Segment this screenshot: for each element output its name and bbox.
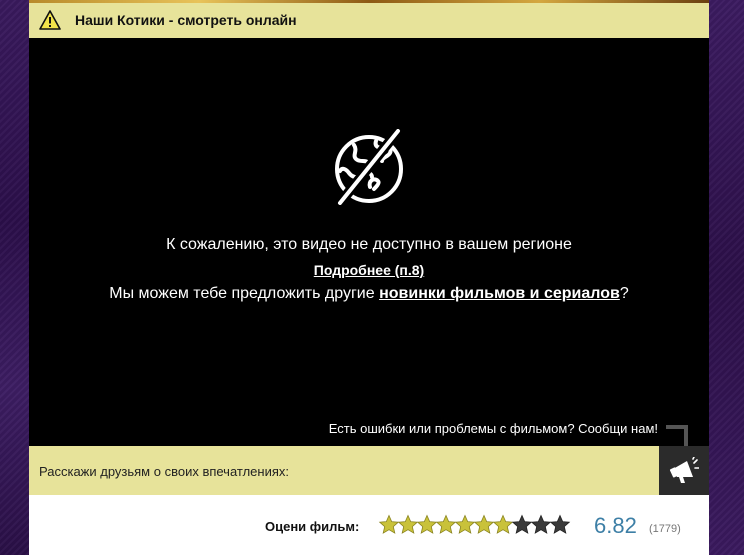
suggestion-line: Мы можем тебе предложить другие новинки … xyxy=(29,285,709,303)
share-prompt: Расскажи друзьям о своих впечатлениях: xyxy=(39,464,289,479)
video-player[interactable]: К сожалению, это видео не доступно в ваш… xyxy=(29,38,709,447)
warning-triangle-icon xyxy=(39,10,61,30)
rating-stars[interactable] xyxy=(378,514,571,538)
page-title: Наши Котики - смотреть онлайн xyxy=(75,12,297,28)
globe-blocked-icon xyxy=(335,129,403,205)
region-blocked-message: К сожалению, это видео не доступно в ваш… xyxy=(166,236,572,253)
more-info-link[interactable]: Подробнее (п.8) xyxy=(314,262,424,278)
rating-star-3[interactable] xyxy=(416,514,438,536)
corner-bracket-decoration xyxy=(666,425,688,447)
rating-count: (1779) xyxy=(649,523,681,535)
megaphone-icon xyxy=(669,457,699,483)
rating-star-4[interactable] xyxy=(435,514,457,536)
rating-star-10[interactable] xyxy=(549,514,571,536)
rating-star-9[interactable] xyxy=(530,514,552,536)
page-background-right xyxy=(709,0,744,555)
rating-label: Оцени фильм: xyxy=(265,519,360,534)
suggestion-suffix: ? xyxy=(619,285,629,302)
share-bar: Расскажи друзьям о своих впечатлениях: xyxy=(29,446,709,495)
rating-star-5[interactable] xyxy=(454,514,476,536)
rating-star-2[interactable] xyxy=(397,514,419,536)
new-movies-link[interactable]: новинки фильмов и сериалов xyxy=(379,285,620,302)
movie-player-section: Наши Котики - смотреть онлайн К сожалени… xyxy=(29,3,709,555)
suggestion-text: Мы можем тебе предложить другие xyxy=(109,285,380,302)
share-megaphone-button[interactable] xyxy=(659,446,709,495)
rating-star-1[interactable] xyxy=(378,514,400,536)
rating-star-8[interactable] xyxy=(511,514,533,536)
page-background-left xyxy=(0,0,29,555)
rating-row: Оцени фильм: 6.82 (1779) xyxy=(29,503,709,549)
rating-star-7[interactable] xyxy=(492,514,514,536)
report-problem-link[interactable]: Есть ошибки или проблемы с фильмом? Сооб… xyxy=(329,421,658,436)
player-title-bar: Наши Котики - смотреть онлайн xyxy=(29,3,709,38)
more-info-line: Подробнее (п.8) xyxy=(29,262,709,278)
rating-star-6[interactable] xyxy=(473,514,495,536)
rating-value: 6.82 xyxy=(594,513,637,538)
